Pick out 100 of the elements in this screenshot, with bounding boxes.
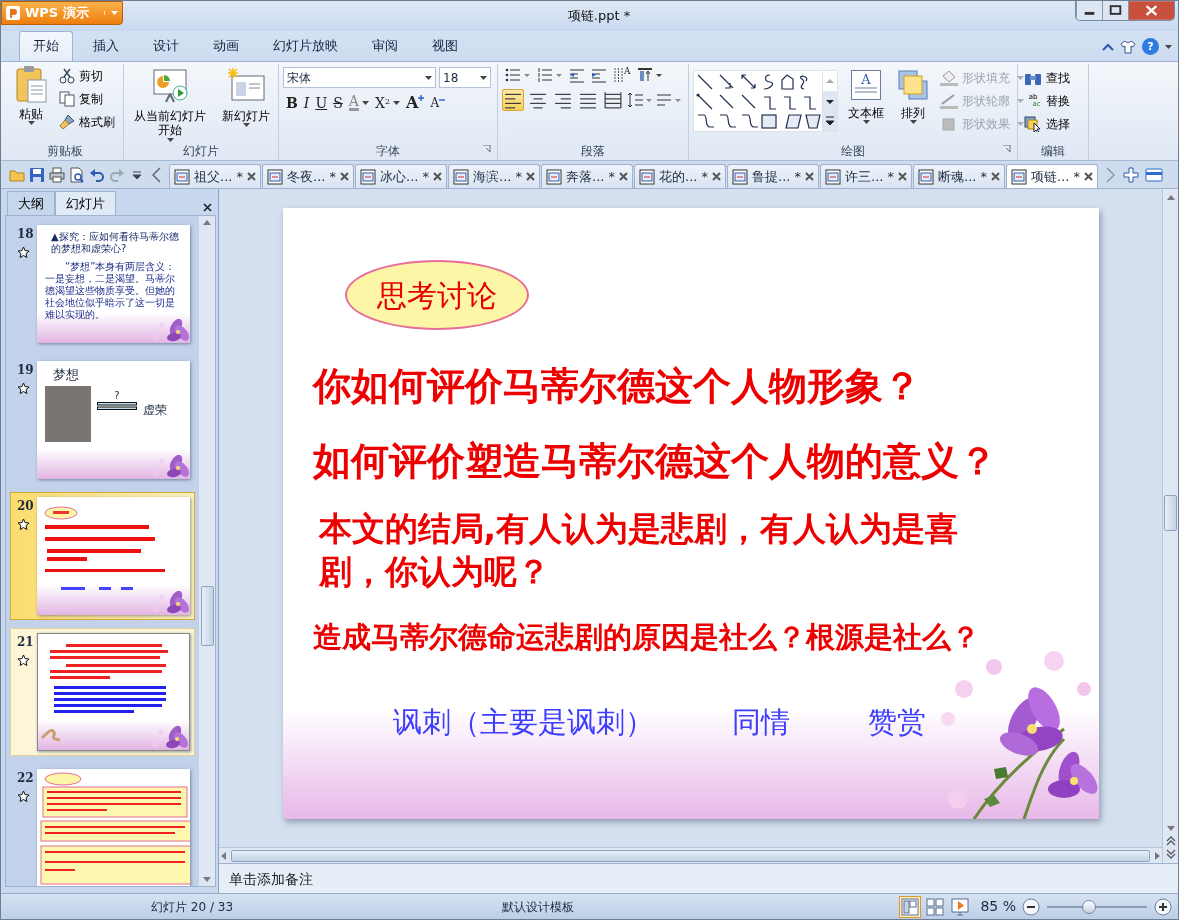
slideshow-view-icon[interactable] <box>949 895 972 918</box>
caret-icon[interactable] <box>361 100 369 105</box>
numbered-list-icon[interactable] <box>537 67 563 83</box>
ribbon-tab[interactable]: 开始 <box>19 30 73 61</box>
document-tab[interactable]: 鲁提... * <box>727 164 819 188</box>
bold-button[interactable]: B <box>286 95 298 110</box>
shrink-font-button[interactable]: A <box>430 96 446 109</box>
dialog-launcher-icon[interactable] <box>483 145 491 153</box>
slide-button[interactable]: 从当前幻灯片 开始 <box>128 66 212 142</box>
dialog-launcher-icon[interactable] <box>1003 145 1011 153</box>
ribbon-tab[interactable]: 视图 <box>418 30 472 61</box>
ribbon-tab[interactable]: 插入 <box>79 30 133 61</box>
help-button[interactable]: ? <box>1142 38 1159 55</box>
document-tab[interactable]: 奔落... * <box>541 164 633 188</box>
increase-indent-icon[interactable] <box>591 67 607 83</box>
zoom-in-icon[interactable] <box>1154 897 1172 916</box>
ribbon-tab[interactable]: 幻灯片放映 <box>259 30 352 61</box>
underline-button[interactable]: U <box>315 95 328 110</box>
close-icon[interactable] <box>340 172 350 181</box>
caret-icon[interactable] <box>392 100 400 105</box>
text-box-button[interactable]: A 文本框 <box>844 70 888 125</box>
scroll-down-icon[interactable] <box>823 91 837 111</box>
grow-font-button[interactable]: A <box>405 94 425 111</box>
paragraph-spacing-icon[interactable] <box>656 92 682 108</box>
document-tab[interactable]: 项链... * <box>1006 164 1098 188</box>
italic-button[interactable]: I <box>303 95 310 110</box>
print-preview-icon[interactable] <box>69 167 85 183</box>
document-tab[interactable]: 祖父... * <box>169 164 261 188</box>
close-icon[interactable] <box>898 172 908 181</box>
save-icon[interactable] <box>29 167 45 183</box>
text-box-icon: A <box>851 70 881 100</box>
caret-icon[interactable] <box>242 123 250 128</box>
caret-icon[interactable] <box>166 137 174 142</box>
window-list-icon[interactable] <box>1145 168 1163 182</box>
close-icon[interactable] <box>433 172 443 181</box>
document-tab[interactable]: 海滨... * <box>448 164 540 188</box>
panel-tab[interactable]: 大纲 <box>7 190 55 215</box>
cut-button[interactable]: 剪切 <box>57 64 117 87</box>
close-icon[interactable] <box>991 172 1001 181</box>
scrollbar-thumb[interactable] <box>231 849 1150 862</box>
printer-icon[interactable] <box>49 167 65 183</box>
format-painter-button[interactable]: 格式刷 <box>57 110 117 133</box>
undo-icon[interactable] <box>89 167 105 183</box>
bullet-list-icon[interactable] <box>505 67 531 83</box>
slide-button[interactable]: 新幻灯片 <box>218 66 274 128</box>
caret-icon[interactable] <box>27 121 35 126</box>
close-icon[interactable] <box>526 172 536 181</box>
vertical-align-icon[interactable] <box>636 67 663 83</box>
slide-thumbnail-item[interactable]: 21 <box>10 628 195 756</box>
decrease-indent-icon[interactable] <box>569 67 585 83</box>
normal-view-icon[interactable] <box>899 895 922 918</box>
close-icon[interactable] <box>712 172 722 181</box>
caret-icon[interactable] <box>1165 44 1172 49</box>
caret-icon[interactable] <box>425 75 432 80</box>
text-direction-button[interactable]: A <box>613 67 631 83</box>
document-tab[interactable]: 冰心... * <box>355 164 447 188</box>
maximize-icon[interactable] <box>1102 1 1128 20</box>
document-tab[interactable]: 许三... * <box>820 164 912 188</box>
document-tab[interactable]: 冬夜... * <box>262 164 354 188</box>
superscript-button[interactable]: X$^{2}$ <box>374 95 400 110</box>
font-name-field[interactable]: 宋体 <box>283 67 436 88</box>
scrollbar-thumb[interactable] <box>1164 495 1177 531</box>
grid-view-icon[interactable] <box>924 895 947 918</box>
close-icon[interactable] <box>619 172 629 181</box>
close-icon[interactable] <box>247 172 257 181</box>
slide-thumbnail-item[interactable]: 20 <box>10 492 195 620</box>
minimize-icon[interactable] <box>1076 1 1102 20</box>
next-slide-icon[interactable] <box>1165 849 1176 859</box>
strikethrough-button[interactable]: S <box>333 95 343 110</box>
distribute-icon[interactable] <box>602 89 624 111</box>
ribbon-tab[interactable]: 审阅 <box>358 30 412 61</box>
shirt-icon[interactable] <box>1120 39 1136 54</box>
document-tab[interactable]: 断魂... * <box>913 164 1005 188</box>
zoom-out-icon[interactable] <box>1022 897 1040 916</box>
paste-button[interactable]: 粘贴 <box>11 64 51 126</box>
copy-button[interactable]: 复制 <box>57 87 117 110</box>
scroll-up-icon[interactable] <box>1165 193 1176 201</box>
arrange-button[interactable]: 排列 <box>894 70 932 125</box>
caret-icon[interactable] <box>909 120 917 125</box>
font-size-field[interactable]: 18 <box>439 67 491 88</box>
collapse-icon[interactable] <box>1102 42 1114 51</box>
previous-slide-icon[interactable] <box>1165 836 1176 846</box>
zoom-slider-thumb[interactable] <box>1082 899 1096 914</box>
window-title: 项链.ppt * <box>566 7 632 25</box>
document-tab[interactable]: 花的... * <box>634 164 726 188</box>
caret-icon[interactable] <box>862 120 870 125</box>
caret-icon[interactable] <box>480 75 487 80</box>
scroll-up-icon[interactable] <box>202 218 212 226</box>
align-left-icon[interactable] <box>502 89 524 111</box>
expand-gallery-icon[interactable] <box>823 111 837 131</box>
notes-field[interactable]: 单击添加备注 <box>219 864 1178 893</box>
animation-star-icon <box>17 790 30 803</box>
close-icon[interactable] <box>1084 172 1094 181</box>
close-icon[interactable] <box>805 172 815 181</box>
ribbon-tab[interactable]: 设计 <box>139 30 193 61</box>
new-tab-icon[interactable] <box>1123 167 1139 183</box>
scrollbar-thumb[interactable] <box>200 586 214 646</box>
ribbon-tab[interactable]: 动画 <box>199 30 253 61</box>
panel-tab[interactable]: 幻灯片 <box>55 190 116 215</box>
close-icon[interactable] <box>203 203 212 212</box>
